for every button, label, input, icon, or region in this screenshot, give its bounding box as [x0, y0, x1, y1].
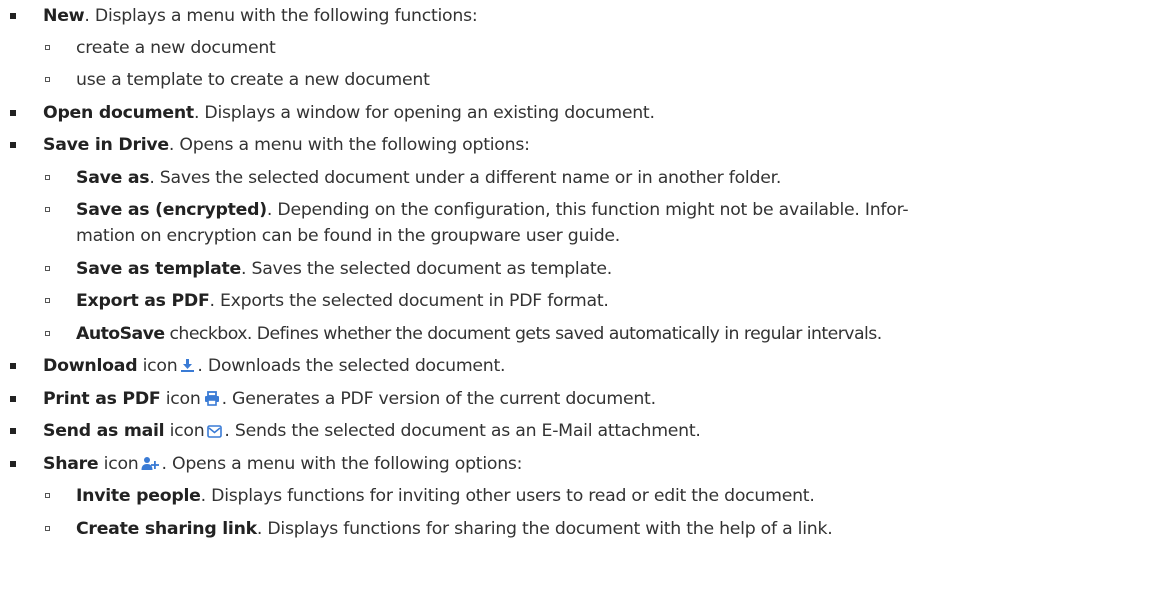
term-save-as: Save as	[76, 168, 150, 188]
hollow-bullet	[45, 77, 50, 82]
term-export-as-pdf: Export as PDF	[76, 291, 210, 311]
term-open-document: Open document	[43, 103, 194, 123]
sub-item-save-as: Save as. Saves the selected document und…	[0, 163, 1151, 193]
list-item-text: Open document. Displays a window for ope…	[43, 103, 655, 123]
hollow-bullet	[45, 266, 50, 271]
list-item-open-document: Open document. Displays a window for ope…	[0, 98, 1151, 128]
sub-item-save-as-encrypted: Save as (encrypted). Depending on the co…	[0, 195, 1151, 251]
list-item-new: New. Displays a menu with the following …	[0, 1, 1151, 31]
hollow-bullet	[45, 298, 50, 303]
square-bullet	[10, 142, 16, 148]
sub-item-autosave: AutoSave checkbox. Defines whether the d…	[0, 319, 1151, 349]
sub-item-create-document: create a new document	[0, 33, 1151, 63]
term-autosave: AutoSave	[76, 324, 165, 344]
square-bullet	[10, 110, 16, 116]
term-create-sharing-link: Create sharing link	[76, 519, 257, 539]
square-bullet	[10, 396, 16, 402]
list-item-download: Download icon. Downloads the selected do…	[0, 351, 1151, 381]
hollow-bullet	[45, 331, 50, 336]
term-invite-people: Invite people	[76, 486, 201, 506]
sub-item-save-as-template: Save as template. Saves the selected doc…	[0, 254, 1151, 284]
hollow-bullet	[45, 207, 50, 212]
list-item-save-in-drive: Save in Drive. Opens a menu with the fol…	[0, 130, 1151, 160]
list-item-text: Save in Drive. Opens a menu with the fol…	[43, 135, 530, 155]
term-share: Share	[43, 454, 99, 474]
list-item-send-as-mail: Send as mail icon. Sends the selected do…	[0, 416, 1151, 446]
sub-item-invite-people: Invite people. Displays functions for in…	[0, 481, 1151, 511]
hollow-bullet	[45, 45, 50, 50]
sub-item-export-as-pdf: Export as PDF. Exports the selected docu…	[0, 286, 1151, 316]
square-bullet	[10, 428, 16, 434]
term-save-as-encrypted: Save as (encrypted)	[76, 200, 267, 220]
print-icon	[204, 386, 220, 416]
hollow-bullet	[45, 526, 50, 531]
square-bullet	[10, 13, 16, 19]
term-save-in-drive: Save in Drive	[43, 135, 169, 155]
term-new: New	[43, 6, 85, 26]
square-bullet	[10, 461, 16, 467]
sub-item-create-sharing-link: Create sharing link. Displays functions …	[0, 514, 1151, 544]
term-send-as-mail: Send as mail	[43, 421, 165, 441]
list-item-share: Share icon. Opens a menu with the follow…	[0, 449, 1151, 479]
list-item-print-as-pdf: Print as PDF icon. Generates a PDF versi…	[0, 384, 1151, 414]
term-print-as-pdf: Print as PDF	[43, 389, 161, 409]
mail-icon	[207, 418, 223, 448]
sub-item-use-template: use a template to create a new document	[0, 65, 1151, 95]
download-icon	[180, 353, 195, 383]
square-bullet	[10, 363, 16, 369]
feature-list: New. Displays a menu with the following …	[0, 0, 1151, 605]
hollow-bullet	[45, 493, 50, 498]
add-user-icon	[141, 451, 160, 481]
term-save-as-template: Save as template	[76, 259, 241, 279]
list-item-text: New. Displays a menu with the following …	[43, 6, 478, 26]
term-download: Download	[43, 356, 138, 376]
hollow-bullet	[45, 175, 50, 180]
